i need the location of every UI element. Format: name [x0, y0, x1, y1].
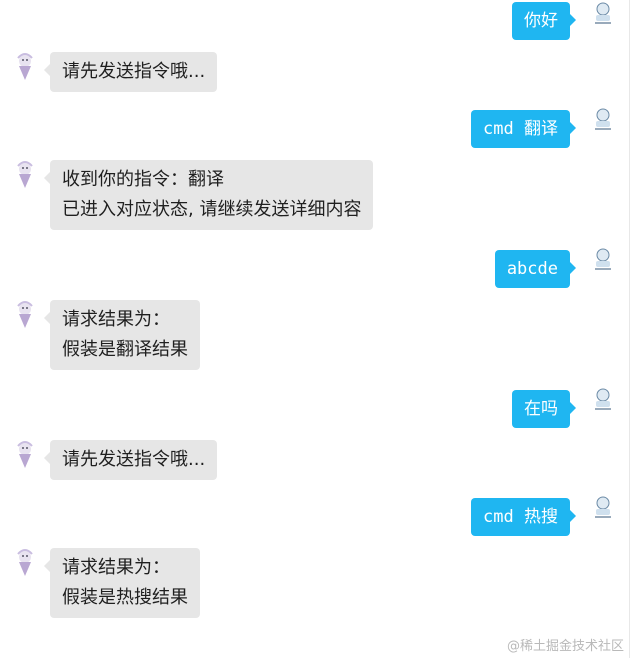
bot-avatar-icon[interactable] [12, 52, 38, 82]
bot-message-bubble: 收到你的指令：翻译 已进入对应状态, 请继续发送详细内容 [43, 160, 374, 230]
my-avatar-icon[interactable] [590, 0, 616, 30]
bot-avatar-icon[interactable] [12, 300, 38, 330]
bot-avatar-icon[interactable] [12, 548, 38, 578]
message-text: 已进入对应状态, 请继续发送详细内容 [62, 199, 362, 220]
chat-window: 你好 请先发送指令哦... cmd 翻译 收到你的指令：翻译 已进入对应状态, … [0, 0, 630, 658]
my-message-bubble: abcde [494, 250, 577, 288]
message-text: 请求结果为： [62, 309, 170, 330]
scrollbar-track[interactable] [629, 0, 630, 658]
bot-message-bubble: 请求结果为： 假装是热搜结果 [44, 548, 200, 618]
bot-avatar-icon[interactable] [12, 440, 38, 470]
message-text: 收到你的指令：翻译 [62, 169, 224, 190]
message-text: 在吗 [524, 399, 558, 419]
message-text: 请求结果为： [62, 557, 170, 578]
message-text: cmd 翻译 [483, 119, 558, 139]
my-avatar-icon[interactable] [590, 246, 616, 276]
message-text: 假装是翻译结果 [62, 339, 188, 360]
bot-message-bubble: 请求结果为： 假装是翻译结果 [44, 300, 200, 370]
my-message-bubble: cmd 热搜 [471, 498, 576, 536]
message-text: cmd 热搜 [483, 507, 558, 527]
my-message-bubble: 你好 [512, 2, 576, 40]
message-text: 请先发送指令哦... [62, 449, 206, 470]
my-avatar-icon[interactable] [590, 106, 616, 136]
bot-message-bubble: 请先发送指令哦... [43, 52, 218, 92]
my-avatar-icon[interactable] [590, 494, 616, 524]
message-text: 你好 [524, 11, 558, 31]
bot-message-bubble: 请先发送指令哦... [43, 440, 218, 480]
my-message-bubble: cmd 翻译 [471, 110, 576, 148]
bot-avatar-icon[interactable] [12, 160, 38, 190]
message-text: 假装是热搜结果 [62, 587, 188, 608]
message-text: 请先发送指令哦... [62, 61, 206, 82]
watermark: @稀土掘金技术社区 [506, 639, 624, 654]
my-message-bubble: 在吗 [512, 390, 576, 428]
message-text: abcde [506, 259, 558, 279]
my-avatar-icon[interactable] [590, 386, 616, 416]
